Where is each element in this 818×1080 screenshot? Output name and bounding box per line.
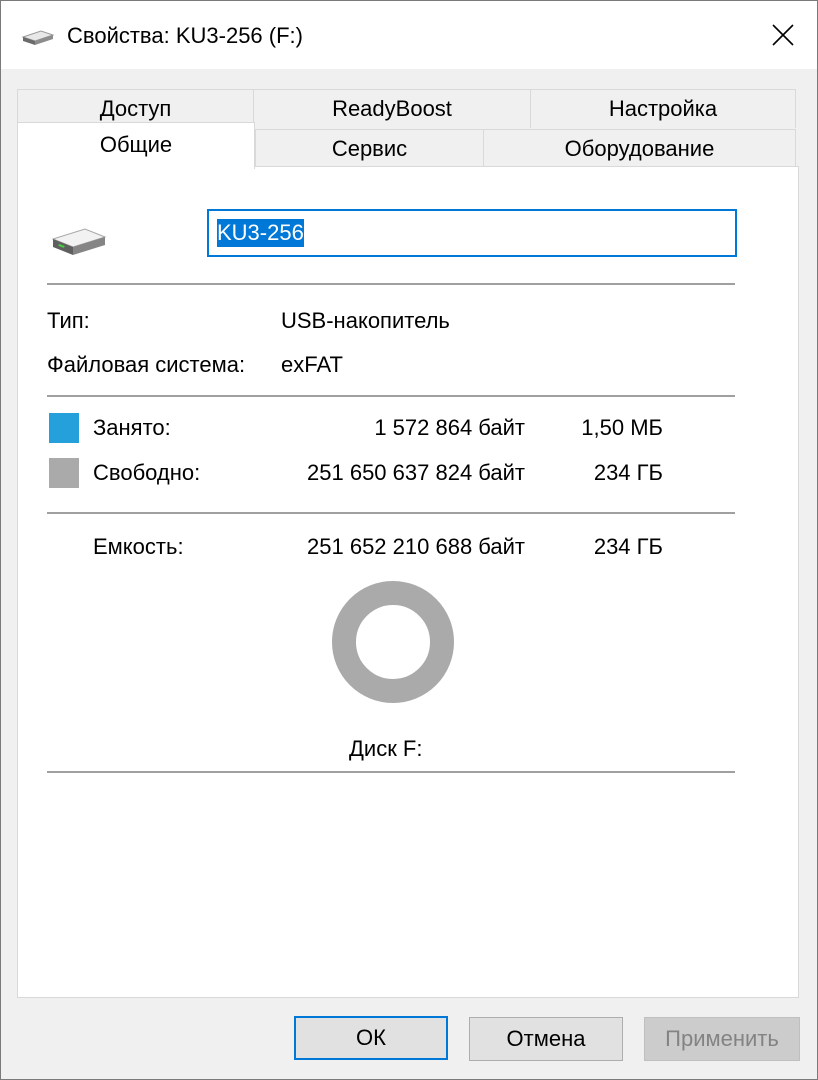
close-button[interactable] (749, 1, 817, 69)
separator (47, 512, 735, 514)
separator (47, 283, 735, 285)
capacity-bytes: 251 652 210 688 байт (307, 534, 525, 559)
close-icon (772, 24, 794, 46)
used-size: 1,50 МБ (581, 415, 663, 440)
usb-drive-icon (51, 228, 107, 255)
free-bytes: 251 650 637 824 байт (307, 460, 525, 485)
free-space-ring (332, 581, 454, 703)
cancel-button[interactable]: Отмена (469, 1017, 623, 1061)
free-label: Свободно: (93, 460, 201, 485)
capacity-size: 234 ГБ (593, 534, 663, 559)
ok-button[interactable]: ОК (294, 1016, 448, 1060)
used-label: Занято: (93, 415, 171, 440)
apply-button[interactable]: Применить (644, 1017, 800, 1061)
filesystem-value: exFAT (281, 352, 343, 377)
disk-label: Диск F: (349, 736, 423, 761)
properties-window: Свойства: KU3-256 (F:) Доступ ReadyBoost… (0, 0, 818, 1080)
tab-customize[interactable]: Настройка (530, 89, 796, 128)
filesystem-label: Файловая система: (47, 352, 246, 377)
volume-name-input[interactable]: KU3-256 (207, 209, 737, 257)
type-value: USB-накопитель (281, 308, 450, 333)
disk-usage-donut (332, 581, 454, 703)
title-bar: Свойства: KU3-256 (F:) (1, 1, 817, 69)
tab-readyboost[interactable]: ReadyBoost (253, 89, 531, 128)
free-space-swatch (49, 458, 79, 488)
usb-drive-icon (21, 30, 55, 45)
tab-hardware[interactable]: Оборудование (483, 129, 796, 168)
used-bytes: 1 572 864 байт (374, 415, 525, 440)
free-size: 234 ГБ (593, 460, 663, 485)
tab-tools[interactable]: Сервис (255, 129, 484, 168)
separator (47, 395, 735, 397)
capacity-label: Емкость: (93, 534, 184, 559)
volume-name-text: KU3-256 (217, 219, 304, 247)
window-title: Свойства: KU3-256 (F:) (67, 23, 303, 48)
type-label: Тип: (47, 308, 90, 333)
separator (47, 771, 735, 773)
tab-general[interactable]: Общие (17, 122, 255, 169)
used-space-swatch (49, 413, 79, 443)
